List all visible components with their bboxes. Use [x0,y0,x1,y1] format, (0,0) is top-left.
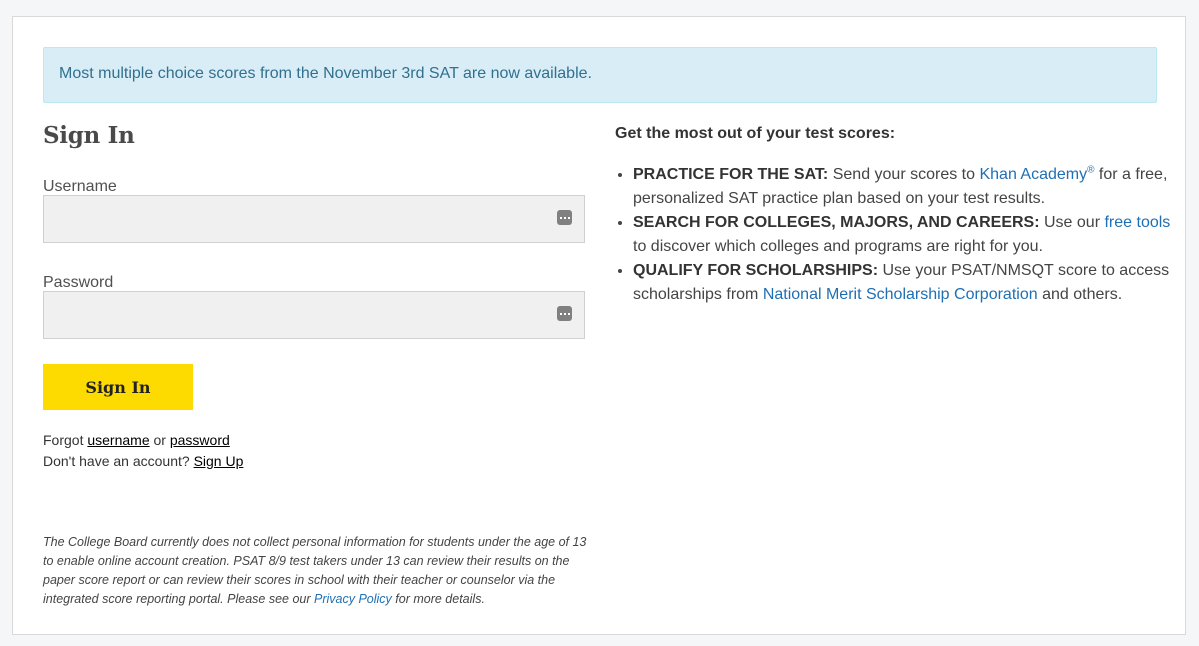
signin-form: Sign In Username Password Sign In Forgot… [43,122,586,606]
scores-available-alert: Most multiple choice scores from the Nov… [43,47,1157,103]
benefit-item-search: SEARCH FOR COLLEGES, MAJORS, AND CAREERS… [633,211,1175,259]
free-tools-link[interactable]: free tools [1104,214,1170,231]
benefit-item-practice: PRACTICE FOR THE SAT: Send your scores t… [633,163,1175,211]
registered-mark: ® [1087,164,1095,176]
benefits-list: PRACTICE FOR THE SAT: Send your scores t… [615,163,1175,307]
alert-text: Most multiple choice scores from the Nov… [59,65,592,82]
khan-academy-link[interactable]: Khan Academy® [979,164,1095,183]
benefit-text: Use our [1044,214,1101,231]
password-field-wrapper [43,291,585,339]
username-label: Username [43,178,117,195]
signin-button[interactable]: Sign In [43,364,193,410]
forgot-username-link[interactable]: username [87,432,149,448]
signin-panel: Most multiple choice scores from the Nov… [12,16,1186,635]
benefits-section: Get the most out of your test scores: PR… [615,125,1175,307]
benefit-heading: PRACTICE FOR THE SAT: [633,166,829,183]
national-merit-link[interactable]: National Merit Scholarship Corporation [763,286,1038,303]
benefit-text: and others. [1042,286,1123,303]
khan-academy-link-text: Khan Academy [979,166,1088,183]
account-help: Forgot username or password Don't have a… [43,430,243,472]
forgot-password-link[interactable]: password [170,432,230,448]
username-input[interactable] [43,195,585,243]
keyboard-dots-icon[interactable] [557,306,572,321]
signup-link[interactable]: Sign Up [194,453,244,469]
benefit-text: to discover which colleges and programs … [633,238,1043,255]
under-13-disclaimer: The College Board currently does not col… [43,533,588,609]
privacy-policy-link[interactable]: Privacy Policy [314,592,392,606]
benefit-item-scholarships: QUALIFY FOR SCHOLARSHIPS: Use your PSAT/… [633,259,1175,307]
password-label: Password [43,274,114,291]
benefit-heading: QUALIFY FOR SCHOLARSHIPS: [633,262,879,279]
benefit-heading: SEARCH FOR COLLEGES, MAJORS, AND CAREERS… [633,214,1040,231]
password-input[interactable] [43,291,585,339]
signin-heading: Sign In [43,122,135,149]
disclaimer-suffix: for more details. [395,592,485,606]
forgot-or: or [153,432,166,448]
benefits-title: Get the most out of your test scores: [615,125,896,142]
no-account-text: Don't have an account? [43,453,190,469]
benefit-text: Send your scores to [832,166,976,183]
forgot-prefix: Forgot [43,432,84,448]
username-field-wrapper [43,195,585,243]
keyboard-dots-icon[interactable] [557,210,572,225]
